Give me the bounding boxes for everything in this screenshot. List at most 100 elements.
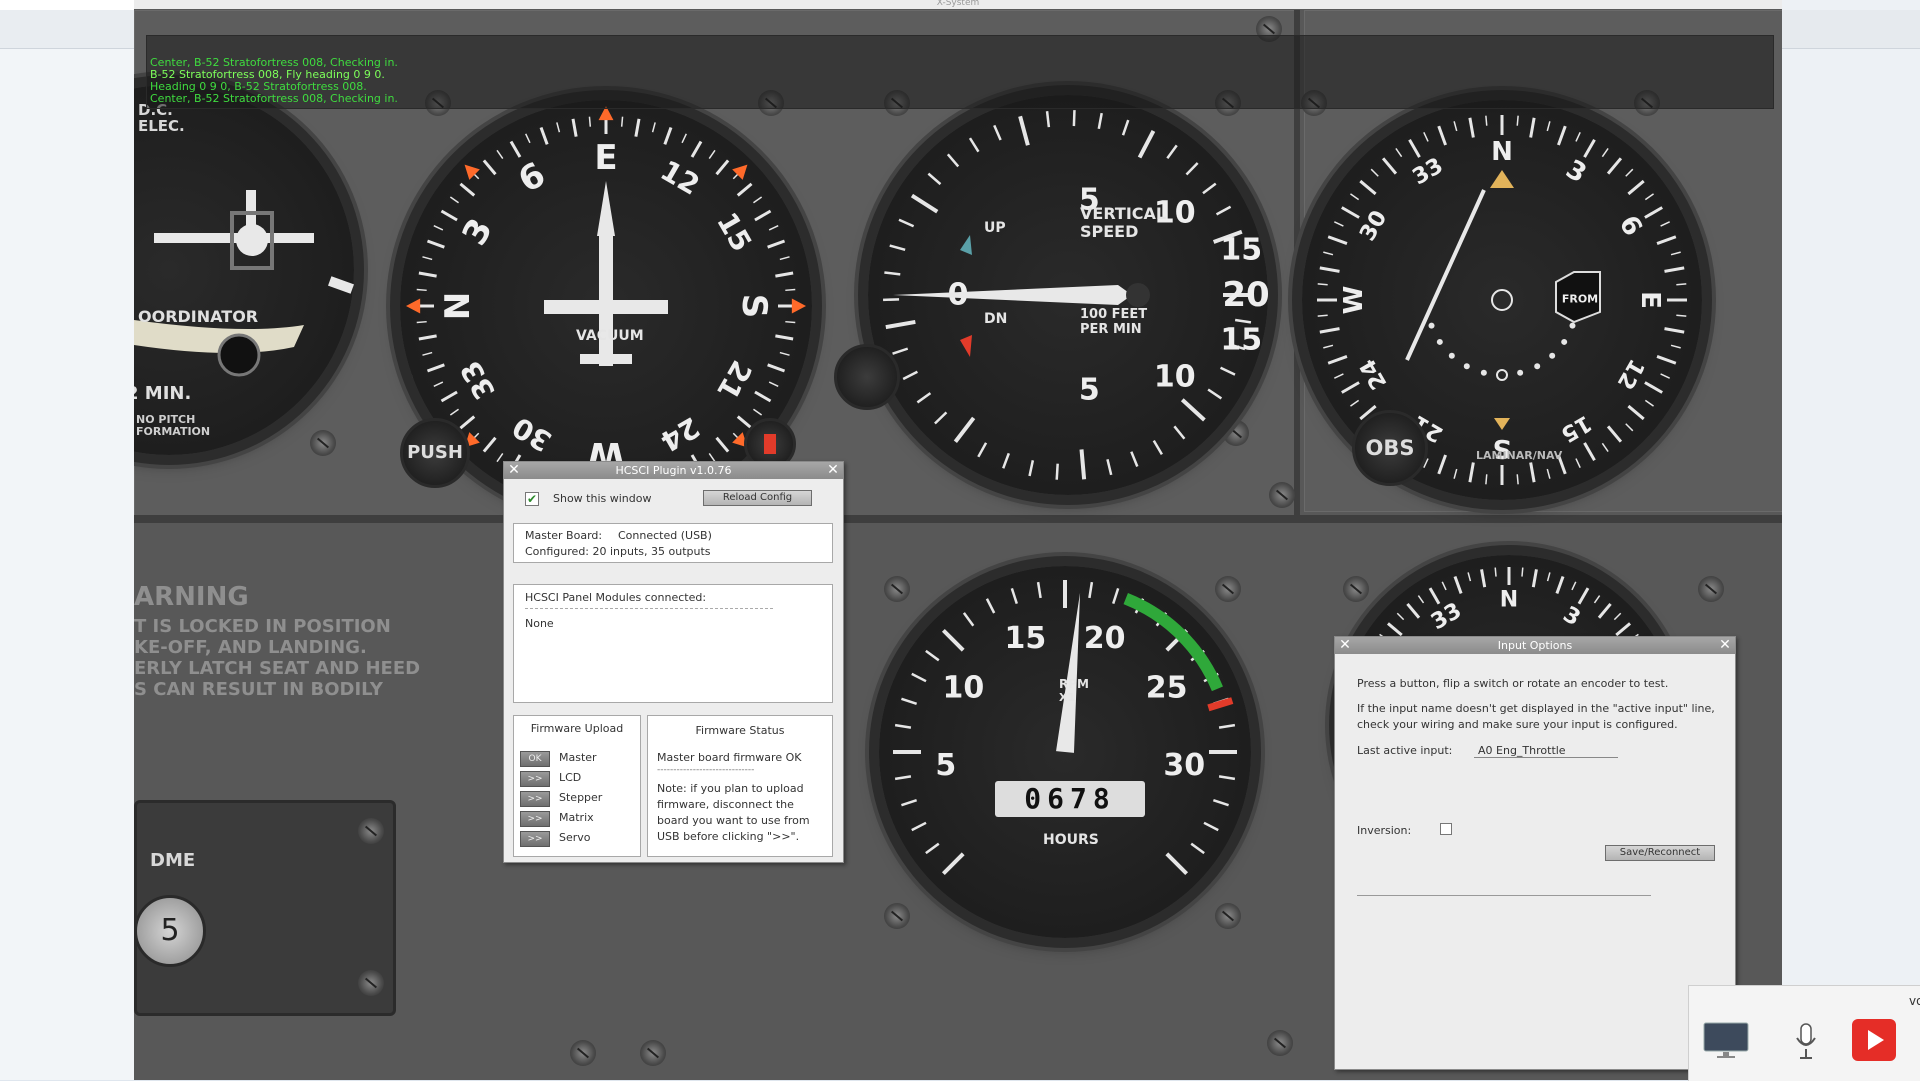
obs-knob[interactable]: OBS: [1352, 410, 1428, 486]
close-icon[interactable]: ✕: [506, 462, 522, 479]
firmware-lcd-button[interactable]: >>: [520, 771, 550, 787]
save-reconnect-button[interactable]: Save/Reconnect: [1605, 845, 1715, 861]
lubber-mark: [406, 299, 420, 314]
instructions-line: Press a button, flip a switch or rotate …: [1357, 677, 1668, 690]
firmware-upload-title: Firmware Upload: [514, 722, 640, 735]
tick-mark: [484, 438, 496, 452]
configured-summary: Configured: 20 inputs, 35 outputs: [525, 545, 711, 558]
tick-mark: [964, 613, 973, 626]
vsi-adjust-knob[interactable]: [834, 344, 900, 410]
show-window-checkbox[interactable]: ✔: [525, 492, 539, 506]
tick-mark: [1320, 329, 1340, 332]
tick-mark: [1089, 582, 1092, 598]
tick-mark: [1020, 116, 1028, 145]
vacuum-label: VACUUM: [576, 325, 644, 347]
tick-mark: [1203, 184, 1216, 194]
record-play-button[interactable]: [1852, 1019, 1896, 1061]
tick-mark: [1645, 194, 1653, 200]
lubber-mark: [792, 299, 806, 314]
close-icon[interactable]: ✕: [825, 462, 841, 479]
tick-mark: [912, 823, 926, 830]
hcsci-title: HCSCI Plugin v1.0.76: [504, 462, 843, 479]
vsi-needle: [893, 285, 1132, 305]
dme-label: DME: [150, 850, 195, 872]
tick-mark: [1486, 474, 1487, 484]
tick-mark: [928, 174, 940, 184]
firmware-matrix-button[interactable]: >>: [520, 811, 550, 827]
firmware-stepper-button[interactable]: >>: [520, 791, 550, 807]
tick-mark: [1221, 368, 1235, 375]
tray-label: vo: [1909, 994, 1920, 1008]
tick-mark: [1074, 110, 1075, 126]
tick-mark: [775, 336, 793, 339]
tick-mark: [1047, 111, 1049, 127]
tick-mark: [1572, 582, 1576, 590]
tick-mark: [1396, 148, 1402, 156]
tick-mark: [1350, 194, 1358, 200]
cdi-dot: [1534, 363, 1540, 369]
tick-mark: [769, 382, 778, 386]
tick-mark: [1468, 572, 1470, 581]
tick-mark: [422, 257, 432, 260]
tick-mark: [1219, 776, 1235, 779]
tick-mark: [895, 725, 911, 728]
tick-mark: [943, 854, 963, 874]
heading-label: 15: [710, 207, 758, 257]
desktop-left: [0, 0, 134, 1080]
tick-mark: [1664, 329, 1684, 332]
desktop-toolbar: [0, 10, 134, 49]
firmware-stepper-label: Stepper: [559, 791, 602, 804]
tick-mark: [1113, 588, 1118, 603]
tick-mark: [1182, 400, 1204, 420]
divider: [525, 608, 773, 609]
tick-mark: [1334, 374, 1343, 378]
tick-mark: [1486, 116, 1487, 126]
tick-mark: [978, 443, 986, 457]
firmware-servo-button[interactable]: >>: [520, 831, 550, 847]
firmware-upload-box: Firmware Upload OK Master >> LCD >> Step…: [513, 715, 641, 857]
screw: [1267, 1030, 1293, 1056]
reload-config-button[interactable]: Reload Config: [703, 490, 812, 506]
monitor-icon: [1703, 1022, 1749, 1062]
redline: [1208, 701, 1232, 708]
tick-mark: [419, 273, 437, 276]
coordinator-label: OORDINATOR: [138, 306, 258, 328]
firmware-status-title: Firmware Status: [648, 724, 832, 737]
tick-mark: [1388, 623, 1402, 635]
cdi-needle: [1407, 190, 1484, 360]
tick-mark: [1579, 588, 1588, 604]
close-icon[interactable]: ✕: [1337, 637, 1353, 654]
tick-mark: [1547, 469, 1550, 479]
close-icon[interactable]: ✕: [1717, 637, 1733, 654]
input-options-window[interactable]: Input Options ✕ ✕ Press a button, flip a…: [1334, 636, 1736, 1070]
heading-push-knob[interactable]: PUSH: [400, 418, 470, 488]
tick-mark: [717, 160, 729, 174]
master-board-value: Connected (USB): [618, 529, 712, 542]
tick-mark: [785, 289, 795, 290]
screen-icon[interactable]: [1703, 1022, 1749, 1056]
tach-label: 15: [1004, 621, 1046, 656]
tick-mark: [1323, 345, 1333, 348]
firmware-master-button[interactable]: OK: [520, 751, 550, 767]
tick-mark: [417, 322, 427, 323]
hour-counter: 0678: [995, 781, 1145, 817]
vsi-dial: 5101520151050: [868, 95, 1268, 495]
x-label: X1: [1059, 687, 1075, 709]
firmware-note: firmware, disconnect the: [657, 798, 794, 811]
tick-mark: [434, 226, 443, 230]
tick-mark: [1602, 148, 1608, 156]
tachometer: 51015202530 0678 HOURS RPM X1: [879, 566, 1251, 938]
dme-knob[interactable]: 5: [134, 895, 206, 967]
dme-knob-label: 5: [160, 913, 179, 948]
tick-mark: [1616, 623, 1630, 635]
screw: [1698, 576, 1724, 602]
tick-mark: [926, 651, 939, 660]
microphone-icon[interactable]: [1794, 1022, 1818, 1062]
inversion-checkbox[interactable]: [1440, 823, 1452, 835]
tick-mark: [895, 776, 911, 779]
vsi-units: 100 FEET PER MIN: [1080, 307, 1147, 337]
firmware-status-ok: Master board firmware OK: [657, 751, 801, 764]
tick-mark: [1217, 207, 1231, 215]
hcsci-plugin-window[interactable]: HCSCI Plugin v1.0.76 ✕ ✕ ✔ Show this win…: [503, 461, 844, 863]
tick-mark: [1219, 725, 1235, 728]
